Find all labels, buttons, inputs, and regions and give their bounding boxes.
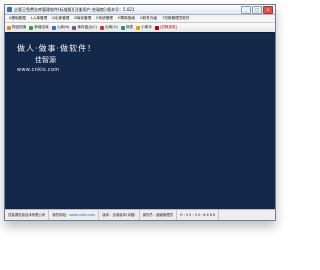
- report-icon: [120, 25, 125, 30]
- tool-label: 报表: [125, 25, 134, 29]
- tool-inbound[interactable]: 入库(N): [51, 25, 70, 30]
- status-site-label: 我的网站：: [52, 213, 70, 217]
- tool-label: 小助手: [141, 25, 152, 29]
- status-website: 我的网站：www.cnkis.com: [49, 210, 100, 220]
- skin-icon: [154, 25, 159, 30]
- menu-bar: A基础数据 L入库管理 D出库管理 B库存管理 E系统管理 H帮助指南 G软件升…: [5, 15, 275, 23]
- window-controls: _ □ ×: [241, 5, 273, 14]
- status-site-link[interactable]: www.cnkis.com: [69, 213, 95, 217]
- tool-new-outbound[interactable]: 新增出库: [29, 25, 49, 30]
- menu-basic-data[interactable]: A基础数据: [7, 16, 28, 21]
- status-version: 版本：合用版本(详细): [99, 210, 140, 220]
- tool-helper[interactable]: 小助手: [136, 25, 152, 30]
- title-bar[interactable]: 企管王免费仓库管理软件(标准版)[注册用户:合瑞商]-版本号：5.021 _ □…: [5, 5, 275, 15]
- minimize-button[interactable]: _: [241, 5, 251, 14]
- menu-help[interactable]: H帮助指南: [116, 16, 137, 21]
- website-text: www.cnkis.com: [17, 67, 60, 73]
- slogan-text: 做人·做事·做软件！: [17, 44, 97, 53]
- tool-outbound[interactable]: 出库(O): [100, 25, 118, 30]
- tool-item-archive[interactable]: 物品档案: [7, 25, 26, 30]
- status-operator: 操作员：超级管理员: [140, 210, 178, 220]
- menu-upgrade[interactable]: G软件升级: [138, 16, 159, 21]
- status-bar: 佳智源信息技术有限公司 我的网站：www.cnkis.com 版本：合用版本(详…: [5, 209, 275, 220]
- in-icon: [51, 25, 56, 30]
- menu-switch-admin[interactable]: T切换管理员软件: [160, 16, 191, 21]
- author-text: 佳智源: [35, 56, 56, 64]
- tool-label: 入库(N): [56, 25, 70, 29]
- status-company: 佳智源信息技术有限公司: [5, 210, 50, 220]
- tool-switch-skin[interactable]: [切换皮肤]: [154, 25, 178, 30]
- status-time: H : 0 0 : 0 0 : 6 6 8 8: [177, 210, 220, 220]
- main-content-area: 做人·做事·做软件！ 佳智源 www.cnkis.com: [5, 32, 275, 211]
- add-icon: [29, 25, 34, 30]
- menu-inbound[interactable]: L入库管理: [29, 16, 49, 21]
- maximize-button[interactable]: □: [252, 5, 262, 14]
- tool-stocktake[interactable]: 库存盘点(C): [72, 25, 97, 30]
- check-icon: [72, 25, 77, 30]
- menu-system[interactable]: E系统管理: [94, 16, 115, 21]
- welcome-banner: 做人·做事·做软件！ 佳智源 www.cnkis.com: [17, 43, 96, 73]
- window-title: 企管王免费仓库管理软件(标准版)[注册用户:合瑞商]-版本号：5.021: [14, 6, 135, 12]
- tool-label: 新增出库: [34, 25, 49, 29]
- out-icon: [100, 25, 105, 30]
- main-window: 企管王免费仓库管理软件(标准版)[注册用户:合瑞商]-版本号：5.021 _ □…: [4, 4, 276, 221]
- tool-label: [切换皮肤]: [159, 25, 178, 29]
- tool-label: 物品档案: [12, 25, 27, 29]
- tool-label: 库存盘点(C): [77, 25, 98, 29]
- menu-outbound[interactable]: D出库管理: [50, 16, 71, 21]
- app-icon: [7, 7, 12, 12]
- close-button[interactable]: ×: [263, 5, 273, 14]
- box-icon: [7, 25, 11, 30]
- helper-icon: [136, 25, 141, 30]
- tool-label: 出库(O): [105, 25, 118, 29]
- menu-inventory[interactable]: B库存管理: [72, 16, 93, 21]
- tool-report[interactable]: 报表: [120, 25, 134, 30]
